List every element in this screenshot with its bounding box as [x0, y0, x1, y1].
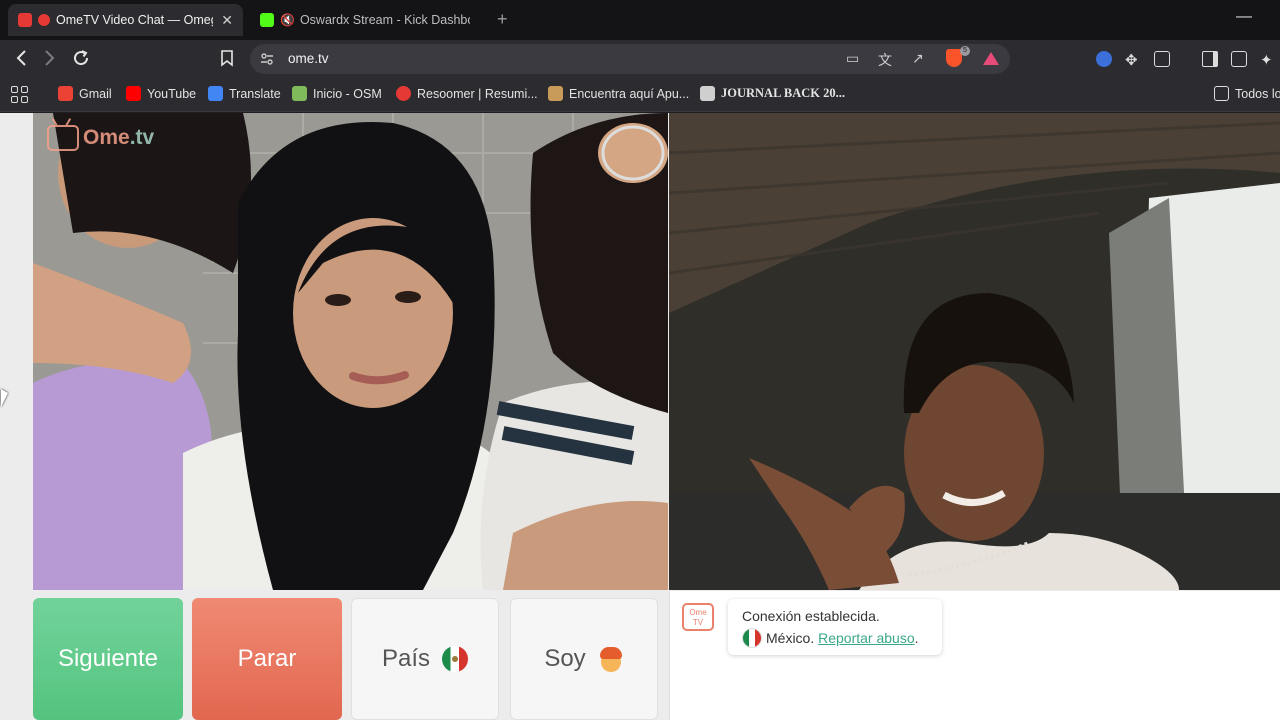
boy-face-icon — [598, 646, 624, 672]
bookmarks-bar: Gmail YouTube Translate Inicio - OSM Res… — [0, 78, 1280, 112]
apps-grid-icon[interactable] — [11, 86, 28, 103]
new-tab-button[interactable]: + — [497, 9, 508, 30]
next-label: Siguiente — [57, 645, 159, 672]
navigation-bar: ome.tv ▭ 文 ↗ 5 ✥ ✦ — [0, 40, 1280, 78]
url-text: ome.tv — [288, 51, 329, 66]
bookmark-icon[interactable] — [220, 49, 234, 71]
mexico-flag-icon — [442, 646, 469, 672]
leo-ai-icon[interactable]: ✦ — [1260, 51, 1276, 69]
shields-count-badge: 5 — [960, 46, 970, 56]
logo-text: Ome.tv — [83, 126, 155, 149]
extension-icon[interactable] — [1096, 51, 1112, 67]
system-message: Conexión establecida. México. Reportar a… — [728, 599, 942, 655]
bookmark-journal[interactable]: JOURNAL BACK 20... — [700, 86, 845, 101]
bookmark-label: Todos lo — [1235, 86, 1280, 101]
forward-button[interactable] — [43, 49, 57, 71]
folder-icon — [1214, 86, 1229, 101]
tab-ometv[interactable]: OmeTV Video Chat — Omeg ✕ — [8, 4, 243, 36]
share-icon[interactable]: ↗ — [912, 50, 924, 67]
ometv-favicon-icon — [18, 13, 32, 27]
bookmark-translate[interactable]: Translate — [208, 86, 281, 101]
journal-icon — [700, 86, 715, 101]
stop-label: Parar — [237, 645, 297, 672]
next-button[interactable]: Siguiente — [33, 598, 183, 720]
sidebar-icon[interactable] — [1202, 51, 1218, 67]
mexico-flag-icon — [742, 628, 762, 648]
bookmark-gmail[interactable]: Gmail — [58, 86, 112, 101]
minimize-icon[interactable]: — — [1236, 8, 1252, 26]
back-button[interactable] — [14, 49, 28, 71]
bookmark-label: JOURNAL BACK 20... — [721, 86, 845, 100]
screenshot-icon[interactable] — [1154, 51, 1170, 67]
tab-title: OmeTV Video Chat — Omeg — [56, 13, 214, 27]
gender-label: Soy — [544, 645, 586, 672]
report-suffix: . — [914, 630, 919, 646]
mouse-cursor-icon — [1, 389, 8, 407]
osm-icon — [292, 86, 307, 101]
bookmark-label: Inicio - OSM — [313, 86, 382, 101]
ometv-chat-icon: Ome TV — [682, 603, 714, 631]
chat-panel: Ome TV Conexión establecida. México. Rep… — [669, 591, 1280, 720]
stop-button[interactable]: Parar — [192, 598, 342, 720]
bookmark-apuntes[interactable]: Encuentra aquí Apu... — [548, 86, 689, 101]
all-bookmarks-folder[interactable]: Todos lo — [1214, 86, 1280, 101]
reload-button[interactable] — [72, 49, 90, 71]
muted-icon: 🔇 — [280, 13, 295, 27]
bookmark-resoomer[interactable]: Resoomer | Resumi... — [396, 86, 538, 101]
tab-kick[interactable]: 🔇 Oswardx Stream - Kick Dashboard — [250, 4, 480, 36]
address-bar[interactable]: ome.tv ▭ 文 ↗ 5 — [250, 44, 1010, 74]
extensions-puzzle-icon[interactable]: ✥ — [1125, 51, 1141, 69]
country-label: País — [381, 645, 431, 672]
local-video: Ome.tv — [33, 113, 668, 590]
gmail-icon — [58, 86, 73, 101]
resoomer-icon — [396, 86, 411, 101]
ometv-logo: Ome.tv — [47, 125, 154, 151]
page-content: Ome.tv Siguiente Parar País Soy Ome TV C… — [0, 113, 1280, 720]
wallet-icon[interactable] — [1231, 51, 1247, 67]
close-tab-icon[interactable]: ✕ — [221, 12, 233, 29]
local-video-frame — [33, 113, 668, 590]
apuntes-icon — [548, 86, 563, 101]
kick-favicon-icon — [260, 13, 274, 27]
partner-country: México. — [766, 630, 815, 646]
gender-button[interactable]: Soy — [510, 598, 658, 720]
remote-video — [669, 113, 1280, 590]
bookmark-osm[interactable]: Inicio - OSM — [292, 86, 382, 101]
bookmark-label: Resoomer | Resumi... — [417, 86, 538, 101]
translate-page-icon[interactable]: 文 — [878, 50, 892, 70]
tab-strip: OmeTV Video Chat — Omeg ✕ 🔇 Oswardx Stre… — [0, 0, 1280, 40]
tab-title: Oswardx Stream - Kick Dashboard — [299, 13, 470, 27]
recording-icon — [38, 14, 50, 26]
bookmark-label: YouTube — [147, 86, 197, 101]
site-info-icon[interactable] — [260, 52, 274, 66]
bookmark-label: Gmail — [79, 86, 112, 101]
bookmark-youtube[interactable]: YouTube — [126, 86, 196, 101]
connection-status: Conexión establecida. — [742, 608, 880, 624]
brave-rewards-icon[interactable] — [983, 52, 999, 65]
youtube-icon — [126, 86, 141, 101]
tv-logo-icon — [47, 125, 79, 151]
country-filter-button[interactable]: País — [351, 598, 499, 720]
install-app-icon[interactable]: ▭ — [846, 50, 859, 67]
report-abuse-link[interactable]: Reportar abuso — [818, 630, 915, 646]
bookmark-label: Encuentra aquí Apu... — [569, 86, 690, 101]
translate-icon — [208, 86, 223, 101]
bookmark-label: Translate — [229, 86, 281, 101]
remote-video-frame — [669, 113, 1280, 590]
